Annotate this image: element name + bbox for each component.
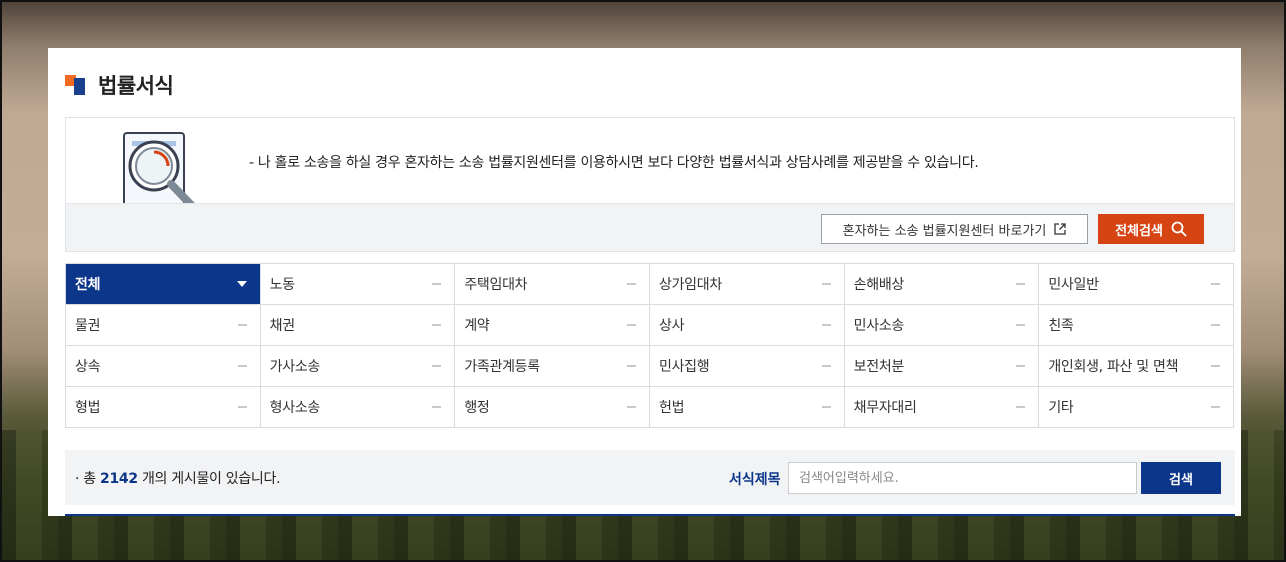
category-tab[interactable]: 민사일반 — [1039, 264, 1234, 305]
category-label: 계약 — [464, 318, 490, 334]
collapse-dash-icon — [627, 365, 636, 367]
category-tab[interactable]: 보전처분 — [844, 346, 1040, 387]
collapse-dash-icon — [627, 283, 636, 285]
category-label: 상사 — [659, 318, 685, 334]
info-text: - 나 홀로 소송을 하실 경우 혼자하는 소송 법률지원센터를 이용하시면 보… — [249, 155, 979, 171]
collapse-dash-icon — [1016, 365, 1026, 367]
category-tab[interactable]: 전체 — [66, 264, 261, 305]
info-box-bottom: 혼자하는 소송 법률지원센터 바로가기 전체검색 — [66, 203, 1234, 251]
category-tab[interactable]: 형법 — [66, 387, 261, 428]
collapse-dash-icon — [1016, 324, 1026, 326]
category-grid: 전체 노동 주택임대차 상가임대차 손해배상 민사일반물권 채권 계약 상사 민사소송 친족상속 가사… — [65, 263, 1234, 428]
collapse-dash-icon — [432, 324, 442, 326]
category-label: 형법 — [75, 400, 101, 416]
category-label: 물권 — [75, 318, 101, 334]
category-tab[interactable]: 손해배상 — [844, 264, 1040, 305]
category-tab[interactable]: 민사집행 — [650, 346, 845, 387]
collapse-dash-icon — [237, 406, 247, 408]
collapse-dash-icon — [821, 283, 831, 285]
collapse-dash-icon — [1211, 324, 1220, 326]
category-label: 민사소송 — [853, 318, 905, 334]
post-count: · 총 2142 개의 게시물이 있습니다. — [75, 468, 281, 488]
collapse-dash-icon — [432, 365, 442, 367]
category-label: 가족관계등록 — [464, 359, 540, 375]
info-box-top: - 나 홀로 소송을 하실 경우 혼자하는 소송 법률지원센터를 이용하시면 보… — [66, 118, 1234, 203]
collapse-dash-icon — [821, 365, 831, 367]
search-input[interactable] — [788, 462, 1137, 494]
collapse-dash-icon — [432, 406, 442, 408]
divider — [65, 514, 1235, 516]
category-label: 채권 — [269, 318, 295, 334]
category-label: 보전처분 — [853, 359, 905, 375]
page-title: 법률서식 — [65, 70, 174, 100]
collapse-dash-icon — [1211, 406, 1220, 408]
legal-center-link-label: 혼자하는 소송 법률지원센터 바로가기 — [842, 223, 1047, 239]
category-tab[interactable]: 노동 — [260, 264, 456, 305]
category-tab[interactable]: 민사소송 — [844, 305, 1040, 346]
collapse-dash-icon — [1211, 365, 1220, 367]
all-search-label: 전체검색 — [1115, 223, 1163, 239]
category-tab[interactable]: 형사소송 — [260, 387, 456, 428]
category-tab[interactable]: 기타 — [1039, 387, 1234, 428]
page-title-text: 법률서식 — [98, 74, 174, 98]
collapse-dash-icon — [627, 324, 636, 326]
category-tab[interactable]: 채무자대리 — [844, 387, 1040, 428]
category-label: 채무자대리 — [853, 400, 917, 416]
category-label: 노동 — [269, 277, 295, 293]
search-button[interactable]: 검색 — [1141, 462, 1221, 494]
category-label: 헌법 — [659, 400, 685, 416]
category-label: 상가임대차 — [659, 277, 722, 293]
category-tab[interactable]: 행정 — [455, 387, 650, 428]
category-tab[interactable]: 물권 — [66, 305, 261, 346]
legal-center-link-button[interactable]: 혼자하는 소송 법률지원센터 바로가기 — [821, 214, 1088, 244]
category-tab[interactable]: 상사 — [650, 305, 845, 346]
category-tab[interactable]: 상가임대차 — [650, 264, 845, 305]
info-box: - 나 홀로 소송을 하실 경우 혼자하는 소송 법률지원센터를 이용하시면 보… — [65, 117, 1235, 252]
category-tab[interactable]: 가족관계등록 — [455, 346, 650, 387]
category-tab[interactable]: 계약 — [455, 305, 650, 346]
collapse-dash-icon — [1211, 283, 1220, 285]
all-search-button[interactable]: 전체검색 — [1098, 214, 1204, 244]
category-label: 친족 — [1048, 318, 1074, 334]
category-tab[interactable]: 상속 — [66, 346, 261, 387]
main-panel: 법률서식 - 나 홀로 소송을 하실 경우 혼자하는 소송 법률지원센터를 이용… — [48, 48, 1241, 516]
category-label: 민사일반 — [1048, 277, 1099, 293]
category-label: 상속 — [75, 359, 101, 375]
category-label: 행정 — [464, 400, 490, 416]
search-bar: · 총 2142 개의 게시물이 있습니다. 서식제목 검색 — [65, 450, 1235, 505]
category-label: 주택임대차 — [464, 277, 528, 293]
collapse-dash-icon — [1016, 283, 1026, 285]
category-tab[interactable]: 헌법 — [650, 387, 845, 428]
collapse-dash-icon — [1016, 406, 1026, 408]
collapse-dash-icon — [237, 365, 247, 367]
category-tab[interactable]: 가사소송 — [260, 346, 456, 387]
magnifier-document-illustration — [123, 132, 195, 203]
collapse-dash-icon — [821, 324, 831, 326]
post-count-prefix: · 총 — [75, 471, 96, 487]
category-label: 손해배상 — [853, 277, 905, 293]
collapse-dash-icon — [432, 283, 442, 285]
dropdown-caret-icon — [236, 281, 247, 287]
search-icon — [1171, 221, 1187, 237]
external-link-icon — [1054, 223, 1067, 235]
category-tab[interactable]: 주택임대차 — [455, 264, 650, 305]
category-tab[interactable]: 개인회생, 파산 및 면책 — [1039, 346, 1234, 387]
collapse-dash-icon — [821, 406, 831, 408]
post-count-number: 2142 — [100, 471, 138, 487]
category-label: 가사소송 — [269, 359, 321, 375]
title-mark-icon — [65, 75, 85, 95]
category-label: 개인회생, 파산 및 면책 — [1048, 359, 1179, 375]
post-count-suffix: 개의 게시물이 있습니다. — [141, 471, 281, 487]
collapse-dash-icon — [627, 406, 636, 408]
search-field-label: 서식제목 — [729, 472, 781, 488]
category-tab[interactable]: 친족 — [1039, 305, 1234, 346]
category-label: 형사소송 — [269, 400, 321, 416]
collapse-dash-icon — [237, 324, 247, 326]
category-tab[interactable]: 채권 — [260, 305, 456, 346]
category-label: 기타 — [1048, 400, 1074, 416]
category-label: 전체 — [75, 277, 101, 293]
category-label: 민사집행 — [659, 359, 710, 375]
